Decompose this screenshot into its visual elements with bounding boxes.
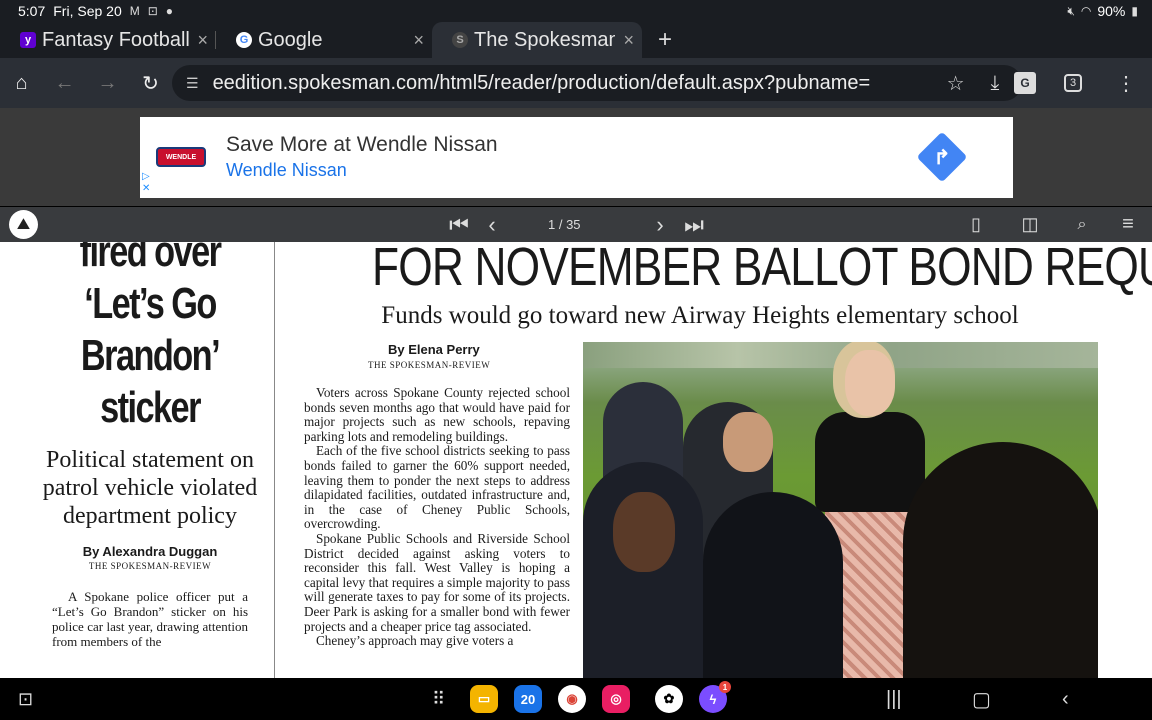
recent-apps-icon[interactable]: ||| — [886, 678, 902, 720]
messenger-app-icon[interactable]: ϟ1 — [699, 681, 731, 713]
main-org: THE SPOKESMAN-REVIEW — [368, 360, 491, 370]
previous-page-icon[interactable]: ‹ — [480, 207, 504, 242]
newspaper-page[interactable]: fired over ‘Let’s Go Brandon’ sticker Po… — [0, 242, 1152, 678]
tab-google[interactable]: G Google × — [216, 22, 432, 58]
calendar-app-icon[interactable]: 20 — [514, 685, 542, 713]
files-app-icon[interactable]: ▭ — [470, 685, 498, 713]
body-paragraph: Each of the five school districts seekin… — [304, 443, 570, 532]
spokesman-favicon-icon: S — [452, 32, 468, 48]
tab-switcher-button[interactable]: 3 — [1064, 74, 1082, 92]
system-nav-bar: ⊡ ⠿ ▭ 20 ◉ ◎ ✿ ϟ1 ||| ▢ ‹ — [0, 678, 1152, 720]
main-deck: Funds would go toward new Airway Heights… — [381, 302, 1019, 329]
double-page-view-icon[interactable]: ◫ — [1016, 207, 1044, 242]
battery-level: 90% — [1097, 3, 1126, 19]
tab-title: The Spokesman-Review — [474, 28, 616, 51]
chrome-app-icon[interactable]: ◉ — [558, 685, 586, 713]
ad-area: WENDLE Save More at Wendle Nissan Wendle… — [0, 108, 1152, 206]
ad-subtitle[interactable]: Wendle Nissan — [226, 160, 347, 181]
column-rule — [274, 242, 275, 678]
browser-toolbar: ⌂ ← → ↻ ☰ eedition.spokesman.com/html5/r… — [0, 58, 1152, 108]
left-byline: By Alexandra Duggan — [82, 544, 218, 559]
search-icon[interactable]: ⌕ — [1070, 207, 1094, 242]
bookmark-star-icon[interactable]: ☆ — [947, 71, 965, 96]
home-button[interactable]: ⌂ — [0, 72, 43, 95]
forward-arrow-icon: → — [97, 71, 118, 94]
status-date: Fri, Sep 20 — [53, 3, 122, 19]
ad-title[interactable]: Save More at Wendle Nissan — [226, 133, 498, 157]
app-drawer-icon[interactable]: ⠿ — [432, 678, 445, 720]
status-bar: 5:07 Fri, Sep 20 M ⊡ ● 🔇︎ ◠ 90% ▮ — [0, 0, 1152, 22]
spokesman-logo-icon[interactable]: ⛰ — [9, 210, 38, 239]
close-tab-icon[interactable]: × — [413, 30, 424, 51]
tab-spokesman[interactable]: S The Spokesman-Review × — [432, 22, 642, 58]
tab-title: Fantasy Football — [42, 28, 190, 51]
main-body: Voters across Spokane County rejected sc… — [304, 385, 570, 649]
chatgpt-app-icon[interactable]: ✿ — [655, 685, 683, 713]
site-settings-icon[interactable]: ☰ — [186, 75, 199, 92]
last-page-icon[interactable]: ⏭ — [682, 207, 706, 242]
gmail-notification-icon: M — [129, 4, 140, 18]
home-nav-icon[interactable]: ▢ — [972, 678, 991, 720]
reload-button[interactable]: ↻ — [129, 71, 172, 96]
ad-banner[interactable]: WENDLE Save More at Wendle Nissan Wendle… — [140, 117, 1013, 198]
forward-button[interactable]: → — [86, 72, 129, 95]
directions-arrow-icon: ↱ — [933, 146, 951, 169]
left-deck: Political statement on patrol vehicle vi… — [42, 447, 258, 529]
wifi-icon: ◠ — [1080, 4, 1092, 18]
battery-icon: ▮ — [1131, 4, 1138, 18]
url-text[interactable]: eedition.spokesman.com/html5/reader/prod… — [213, 72, 933, 95]
reload-icon: ↻ — [142, 72, 159, 95]
ad-choices-icon[interactable]: ▷ ✕ — [142, 171, 150, 195]
page-indicator: 1 / 35 — [548, 217, 581, 232]
feedback-icon[interactable]: ⊡ — [18, 678, 33, 720]
google-favicon-icon: G — [236, 32, 252, 48]
body-paragraph: Spokane Public Schools and Riverside Sch… — [304, 530, 570, 634]
close-tab-icon[interactable]: × — [197, 30, 208, 51]
back-arrow-icon: ← — [54, 71, 75, 94]
wendle-logo: WENDLE — [156, 147, 206, 167]
address-bar[interactable]: ☰ eedition.spokesman.com/html5/reader/pr… — [172, 65, 1022, 101]
camera-app-icon[interactable]: ◎ — [602, 685, 630, 713]
notification-badge: 1 — [719, 681, 731, 693]
screenshot-notification-icon: ⊡ — [147, 4, 158, 18]
tab-fantasy-football[interactable]: y Fantasy Football × — [0, 22, 216, 58]
messenger-notification-icon: ● — [165, 4, 174, 18]
close-tab-icon[interactable]: × — [623, 30, 634, 51]
status-time: 5:07 — [18, 3, 46, 19]
main-headline: FOR NOVEMBER BALLOT BOND REQUEST — [372, 242, 1152, 297]
body-paragraph: Cheney’s approach may give voters a — [316, 633, 514, 649]
more-menu-icon[interactable]: ⋮ — [1116, 71, 1136, 96]
left-body: A Spokane police officer put a “Let’s Go… — [52, 589, 248, 649]
next-page-icon[interactable]: › — [648, 207, 672, 242]
translate-icon[interactable]: G — [1014, 72, 1036, 94]
main-byline: By Elena Perry — [388, 342, 480, 357]
single-page-view-icon[interactable]: ▯ — [964, 207, 988, 242]
yahoo-favicon-icon: y — [20, 32, 36, 48]
hamburger-menu-icon[interactable]: ≡ — [1116, 207, 1140, 242]
left-article: fired over ‘Let’s Go Brandon’ sticker Po… — [40, 242, 260, 649]
back-button[interactable]: ← — [43, 72, 86, 95]
tab-title: Google — [258, 28, 323, 51]
left-headline: fired over ‘Let’s Go Brandon’ sticker — [79, 242, 222, 432]
left-org: THE SPOKESMAN-REVIEW — [88, 561, 212, 571]
first-page-icon[interactable]: ⏮ — [447, 207, 471, 242]
tab-strip: y Fantasy Football × G Google × S The Sp… — [0, 22, 1152, 58]
download-icon[interactable]: ⤓ — [991, 72, 1000, 95]
back-nav-icon[interactable]: ‹ — [1062, 678, 1069, 720]
body-paragraph: Voters across Spokane County rejected sc… — [304, 385, 570, 444]
home-icon: ⌂ — [15, 71, 28, 94]
mute-icon: 🔇︎ — [1067, 3, 1075, 18]
article-photo — [583, 342, 1098, 678]
reader-toolbar: ⛰ ⏮ ‹ 1 / 35 › ⏭ ▯ ◫ ⌕ ≡ — [0, 207, 1152, 242]
new-tab-button[interactable]: + — [642, 22, 672, 58]
